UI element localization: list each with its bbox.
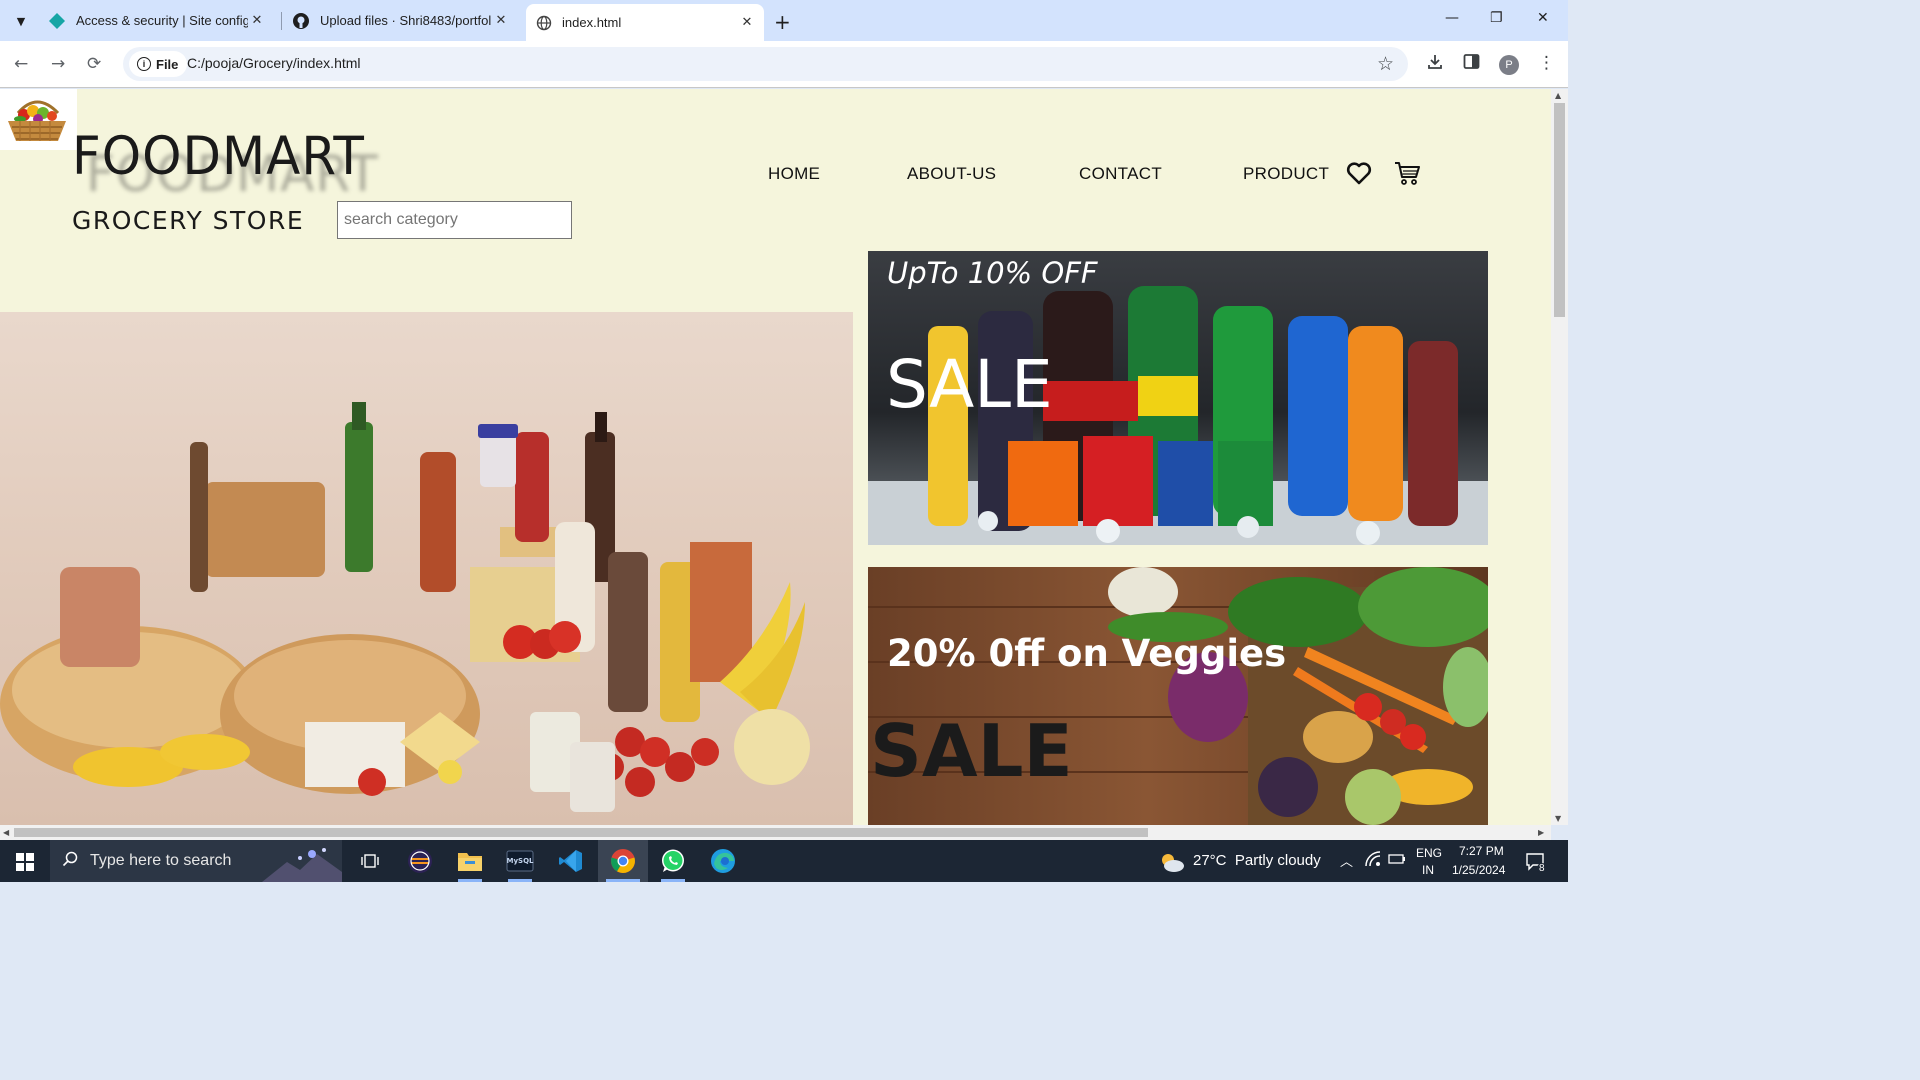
- close-icon[interactable]: ✕: [738, 14, 756, 32]
- search-category-input[interactable]: [337, 201, 572, 239]
- page-viewport: FOODMART FOODMART GROCERY STORE HOME ABO…: [0, 89, 1551, 825]
- profile-avatar[interactable]: P: [1499, 55, 1519, 75]
- tab-title: index.html: [562, 15, 622, 30]
- heart-icon[interactable]: [1345, 159, 1373, 191]
- nav-product[interactable]: PRODUCT: [1243, 164, 1329, 184]
- chrome-app-icon[interactable]: [608, 846, 638, 876]
- eclipse-app-icon[interactable]: [405, 846, 435, 876]
- address-bar[interactable]: i File C:/pooja/Grocery/index.html ☆: [123, 47, 1408, 81]
- url-text[interactable]: C:/pooja/Grocery/index.html: [187, 55, 361, 71]
- close-icon[interactable]: ✕: [492, 12, 510, 30]
- github-icon: [293, 12, 309, 29]
- scroll-down-arrow-icon[interactable]: ▼: [1555, 814, 1561, 823]
- nav-contact[interactable]: CONTACT: [1079, 164, 1162, 184]
- tab-divider: [281, 12, 282, 30]
- horizontal-scrollbar[interactable]: ◀ ▶: [0, 825, 1551, 840]
- search-icon: [62, 851, 78, 871]
- tray-chevron-up-icon[interactable]: ︿: [1340, 851, 1353, 870]
- horizontal-scroll-thumb[interactable]: [14, 828, 1148, 837]
- tab-title: Upload files · Shri8483/portfolio: [320, 13, 492, 28]
- file-explorer-icon[interactable]: [455, 846, 485, 876]
- sale-banner-veggies[interactable]: 20% 0ff on Veggies SALE: [868, 567, 1488, 825]
- edge-app-icon[interactable]: [708, 846, 738, 876]
- scroll-left-arrow-icon[interactable]: ◀: [3, 828, 9, 837]
- window-close-icon[interactable]: ✕: [1537, 10, 1549, 26]
- banner-offer-text: UpTo 10% OFF: [887, 256, 1098, 290]
- vertical-scrollbar[interactable]: ▲ ▼: [1551, 89, 1568, 825]
- site-diamond-icon: [49, 12, 65, 29]
- fruit-basket-icon: [0, 89, 77, 150]
- weather-text[interactable]: 27°C Partly cloudy: [1193, 852, 1321, 869]
- vertical-scroll-thumb[interactable]: [1554, 103, 1565, 317]
- clock-time[interactable]: 7:27 PM: [1459, 844, 1504, 858]
- browser-tab-strip: ▼ Access & security | Site configu ✕ Upl…: [0, 0, 1568, 41]
- running-indicator: [661, 879, 685, 882]
- running-indicator: [508, 879, 532, 882]
- download-icon[interactable]: [1426, 53, 1444, 76]
- info-icon: i: [137, 57, 151, 71]
- browser-toolbar: ← → ⟳ i File C:/pooja/Grocery/index.html…: [0, 41, 1568, 88]
- brand-title: FOODMART: [72, 125, 365, 187]
- site-info-chip[interactable]: i File: [129, 51, 188, 77]
- side-panel-icon[interactable]: [1463, 53, 1480, 75]
- tab-title: Access & security | Site configu: [76, 13, 248, 28]
- tab-search-chevron-icon[interactable]: ▼: [8, 8, 34, 34]
- banner-sale-text: SALE: [886, 346, 1053, 423]
- running-indicator: [458, 879, 482, 882]
- battery-icon[interactable]: [1388, 852, 1406, 871]
- whatsapp-app-icon[interactable]: [658, 846, 688, 876]
- banner-offer-text: 20% 0ff on Veggies: [887, 632, 1287, 675]
- close-icon[interactable]: ✕: [248, 12, 266, 30]
- back-arrow-icon[interactable]: ←: [14, 54, 28, 74]
- windows-taskbar: Type here to search MySQL 27°C Partly cl…: [0, 840, 1568, 882]
- windows-start-icon[interactable]: [16, 853, 34, 871]
- mysql-app-icon[interactable]: MySQL: [505, 846, 535, 876]
- cart-icon[interactable]: [1393, 159, 1421, 191]
- reload-icon[interactable]: ⟳: [87, 54, 101, 74]
- scroll-right-arrow-icon[interactable]: ▶: [1538, 828, 1544, 837]
- restore-icon[interactable]: ❐: [1490, 10, 1503, 26]
- nav-home[interactable]: HOME: [768, 164, 820, 184]
- banner-sale-text: SALE: [870, 709, 1073, 793]
- tab-upload-files[interactable]: Upload files · Shri8483/portfolio ✕: [288, 6, 510, 35]
- taskbar-search-placeholder: Type here to search: [90, 852, 232, 869]
- clock-date[interactable]: 1/25/2024: [1452, 863, 1505, 877]
- more-menu-icon[interactable]: ⋮: [1538, 53, 1555, 73]
- new-tab-plus-icon[interactable]: +: [774, 10, 791, 34]
- site-info-label: File: [156, 56, 179, 72]
- taskbar-search-box[interactable]: Type here to search: [50, 840, 342, 882]
- minimize-icon[interactable]: —: [1445, 10, 1459, 26]
- network-icon[interactable]: [1364, 850, 1382, 873]
- weather-icon[interactable]: [1158, 851, 1186, 878]
- svg-text:MySQL: MySQL: [507, 857, 534, 865]
- hero-groceries-image: [0, 312, 853, 825]
- running-indicator: [606, 879, 640, 882]
- notification-count-badge: 8: [1537, 863, 1547, 874]
- scroll-up-arrow-icon[interactable]: ▲: [1555, 91, 1561, 100]
- nav-about-us[interactable]: ABOUT-US: [907, 164, 996, 184]
- sale-banner-drinks[interactable]: UpTo 10% OFF SALE: [868, 251, 1488, 545]
- tab-index-html[interactable]: index.html ✕: [526, 4, 764, 41]
- vscode-app-icon[interactable]: [556, 846, 586, 876]
- task-view-icon[interactable]: [355, 846, 385, 876]
- tab-access-security[interactable]: Access & security | Site configu ✕: [44, 6, 266, 35]
- language-top[interactable]: ENG: [1416, 846, 1442, 860]
- brand-subtitle: GROCERY STORE: [72, 206, 305, 235]
- language-bottom[interactable]: IN: [1422, 863, 1434, 877]
- search-highlight-icon: [262, 848, 342, 882]
- forward-arrow-icon[interactable]: →: [51, 54, 65, 74]
- globe-icon: [536, 15, 552, 30]
- bookmark-star-icon[interactable]: ☆: [1377, 53, 1394, 75]
